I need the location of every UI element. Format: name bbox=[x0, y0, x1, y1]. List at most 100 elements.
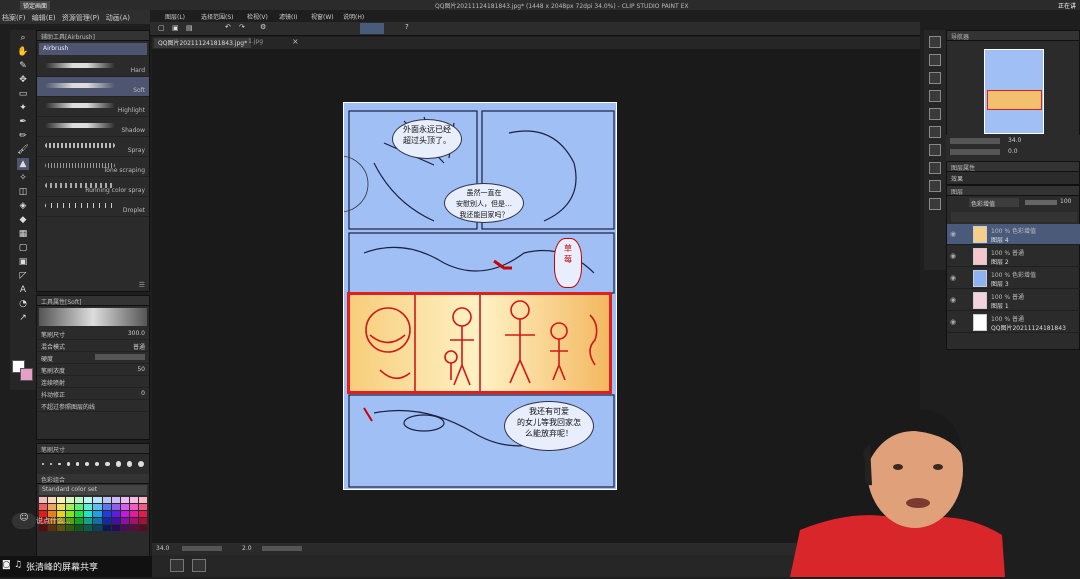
prop-blend-mode[interactable]: 混合模式 普通 bbox=[37, 340, 149, 352]
sub-view-icon[interactable] bbox=[929, 54, 941, 66]
color-swatch[interactable] bbox=[102, 511, 111, 517]
brush-size-preset[interactable] bbox=[137, 461, 144, 467]
color-swatch[interactable] bbox=[75, 511, 84, 517]
prop-stabilization[interactable]: 抖动修正 0 bbox=[37, 388, 149, 400]
brush-shadow[interactable]: Shadow bbox=[37, 117, 149, 137]
menu-file[interactable]: 档案(F) bbox=[0, 10, 28, 26]
brush-size-preset[interactable] bbox=[57, 462, 61, 466]
brush-soft[interactable]: Soft bbox=[37, 77, 149, 97]
color-swatch[interactable] bbox=[120, 511, 129, 517]
brush-tone-scraping[interactable]: Tone scraping bbox=[37, 157, 149, 177]
color-swatch[interactable] bbox=[75, 497, 84, 503]
nav-rotate-slider[interactable] bbox=[950, 149, 1000, 155]
layer-row-3[interactable]: ◉ 100 % 色彩增值 图层 3 bbox=[947, 268, 1080, 289]
close-tab-icon[interactable]: × bbox=[292, 37, 299, 46]
menu-edit[interactable]: 编辑(E) bbox=[30, 10, 58, 26]
brush-size-preset[interactable] bbox=[41, 463, 44, 465]
save-icon[interactable]: ▤ bbox=[186, 24, 193, 32]
menu-select[interactable]: 选择范围(S) bbox=[201, 12, 234, 21]
redo-icon[interactable]: ↷ bbox=[239, 23, 245, 31]
auto-actions-icon[interactable] bbox=[929, 108, 941, 120]
color-swatch[interactable] bbox=[120, 518, 129, 524]
brush-size-preset[interactable] bbox=[75, 462, 80, 466]
color-swatch[interactable] bbox=[102, 525, 111, 531]
fit-view-icon[interactable] bbox=[170, 559, 184, 572]
color-swatch[interactable] bbox=[129, 511, 138, 517]
color-swatch[interactable] bbox=[84, 511, 93, 517]
color-swatch[interactable] bbox=[57, 497, 66, 503]
eye-icon[interactable]: ◉ bbox=[950, 230, 956, 238]
color-swatch[interactable] bbox=[129, 504, 138, 510]
subtool-group-airbrush[interactable]: Airbrush bbox=[39, 43, 147, 55]
color-swatch[interactable] bbox=[111, 497, 120, 503]
prop-hardness[interactable]: 硬度 bbox=[37, 352, 149, 364]
blend-mode-select[interactable]: 色彩增值 bbox=[969, 198, 1019, 208]
color-swatch[interactable] bbox=[75, 518, 84, 524]
pencil-tool-icon[interactable]: ✏ bbox=[17, 130, 29, 142]
sub-color-swatch[interactable] bbox=[20, 368, 33, 381]
emoji-icon[interactable]: ☺ bbox=[12, 513, 36, 529]
color-swatch[interactable] bbox=[129, 497, 138, 503]
color-swatch[interactable] bbox=[93, 511, 102, 517]
opacity-value[interactable]: 100 bbox=[1060, 198, 1071, 205]
text-tool-icon[interactable]: A bbox=[17, 284, 29, 296]
frame-tool-icon[interactable]: ▣ bbox=[17, 256, 29, 268]
selection-tool-icon[interactable]: ▭ bbox=[17, 88, 29, 100]
color-swatch[interactable] bbox=[75, 504, 84, 510]
navigator-preview[interactable] bbox=[984, 49, 1044, 134]
color-swatch[interactable] bbox=[138, 504, 147, 510]
history-icon[interactable] bbox=[929, 90, 941, 102]
snap-ruler-icon[interactable] bbox=[360, 23, 384, 34]
color-swatch[interactable] bbox=[120, 504, 129, 510]
menu-layer[interactable]: 图层(L) bbox=[165, 12, 185, 21]
layer-icon[interactable] bbox=[929, 198, 941, 210]
layer-row-4[interactable]: ◉ 100 % 色彩增值 图层 4 bbox=[947, 224, 1080, 245]
color-swatch[interactable] bbox=[111, 525, 120, 531]
brush-highlight[interactable]: Highlight bbox=[37, 97, 149, 117]
subtool-menu-icon[interactable]: ☰ bbox=[139, 281, 145, 289]
open-icon[interactable]: ▣ bbox=[172, 24, 179, 32]
brush-running-color-spray[interactable]: Running color spray bbox=[37, 177, 149, 197]
zoom-slider[interactable] bbox=[182, 546, 222, 551]
brush-size-preset[interactable] bbox=[66, 462, 70, 466]
color-swatch[interactable] bbox=[102, 497, 111, 503]
chat-input[interactable]: 说点什么... bbox=[36, 516, 71, 526]
eyedropper-tool-icon[interactable]: ✎ bbox=[17, 60, 29, 72]
brush-size-preset[interactable] bbox=[49, 462, 53, 466]
color-swatch[interactable] bbox=[111, 511, 120, 517]
layer-row-1[interactable]: ◉ 100 % 普通 图层 1 bbox=[947, 290, 1080, 311]
menu-window[interactable]: 视窗(W) bbox=[311, 12, 334, 21]
brush-hard[interactable]: Hard bbox=[37, 57, 149, 77]
lock-screen-label[interactable]: 锁定画面 bbox=[20, 1, 51, 10]
tab-document-active[interactable]: QQ图片20211124181843.jpg* bbox=[154, 38, 252, 48]
color-swatch[interactable] bbox=[93, 525, 102, 531]
quick-access-icon[interactable] bbox=[192, 559, 206, 572]
eye-icon[interactable]: ◉ bbox=[950, 318, 956, 326]
color-swatch[interactable] bbox=[84, 504, 93, 510]
new-file-icon[interactable]: ▢ bbox=[158, 24, 165, 32]
prop-reference-lines[interactable]: 不超过参照图层的线 bbox=[37, 400, 149, 412]
gradient-tool-icon[interactable]: ▦ bbox=[17, 228, 29, 240]
correct-line-tool-icon[interactable]: ↗ bbox=[17, 312, 29, 324]
menu-animation[interactable]: 动画(A) bbox=[104, 10, 132, 26]
mic-icon[interactable]: ♫ bbox=[14, 560, 22, 570]
brush-size-preset[interactable] bbox=[126, 461, 133, 467]
color-swatch[interactable] bbox=[138, 525, 147, 531]
color-swatch[interactable] bbox=[84, 497, 93, 503]
auto-select-tool-icon[interactable]: ✦ bbox=[17, 102, 29, 114]
balloon-tool-icon[interactable]: ◔ bbox=[17, 298, 29, 310]
brush-tool-icon[interactable]: 🖌 bbox=[17, 144, 29, 156]
color-swatch[interactable] bbox=[102, 518, 111, 524]
decoration-tool-icon[interactable]: ✧ bbox=[17, 172, 29, 184]
brush-size-preset[interactable] bbox=[84, 462, 89, 466]
rotate-slider[interactable] bbox=[262, 546, 302, 551]
color-swatch[interactable] bbox=[48, 504, 57, 510]
layer-row-base[interactable]: ◉ 100 % 普通 QQ图片20211124181843 bbox=[947, 312, 1080, 333]
hand-tool-icon[interactable]: ✋ bbox=[17, 46, 29, 58]
color-swatch[interactable] bbox=[84, 518, 93, 524]
pen-tool-icon[interactable]: ✒ bbox=[17, 116, 29, 128]
color-swatch[interactable] bbox=[129, 518, 138, 524]
color-swatch[interactable] bbox=[39, 497, 48, 503]
brush-spray[interactable]: Spray bbox=[37, 137, 149, 157]
color-swatch[interactable] bbox=[57, 504, 66, 510]
